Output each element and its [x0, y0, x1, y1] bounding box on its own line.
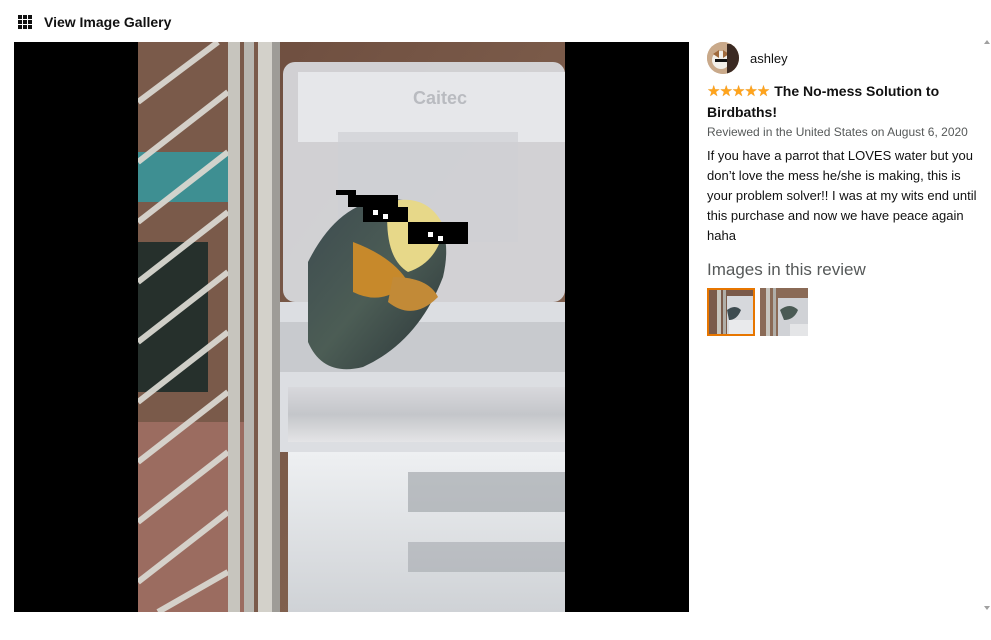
review-photo: Caitec — [138, 42, 565, 612]
review-panel: ashley ★★★★★ The No-mess Solution to Bird… — [707, 42, 985, 336]
view-image-gallery-link[interactable]: View Image Gallery — [18, 11, 171, 33]
avatar[interactable] — [707, 42, 739, 74]
image-viewer[interactable]: Caitec — [14, 42, 689, 612]
review-image-thumbnail-1[interactable] — [707, 288, 755, 336]
review-title-row: ★★★★★ The No-mess Solution to Birdbaths! — [707, 81, 985, 122]
thumbnail-strip — [707, 288, 985, 336]
review-meta: Reviewed in the United States on August … — [707, 125, 968, 139]
reviewer-profile[interactable]: ashley — [707, 42, 985, 74]
grid-icon — [18, 15, 32, 29]
gallery-title: View Image Gallery — [44, 14, 172, 30]
images-heading: Images in this review — [707, 260, 866, 279]
review-image-thumbnail-2[interactable] — [760, 288, 808, 336]
scroll-down-icon[interactable] — [984, 606, 990, 610]
review-body: If you have a parrot that LOVES water bu… — [707, 148, 977, 243]
scroll-up-icon[interactable] — [984, 40, 990, 44]
scrollbar[interactable] — [984, 40, 991, 610]
star-rating: ★★★★★ — [707, 83, 770, 100]
svg-text:Caitec: Caitec — [413, 88, 467, 108]
reviewer-name[interactable]: ashley — [750, 51, 788, 66]
